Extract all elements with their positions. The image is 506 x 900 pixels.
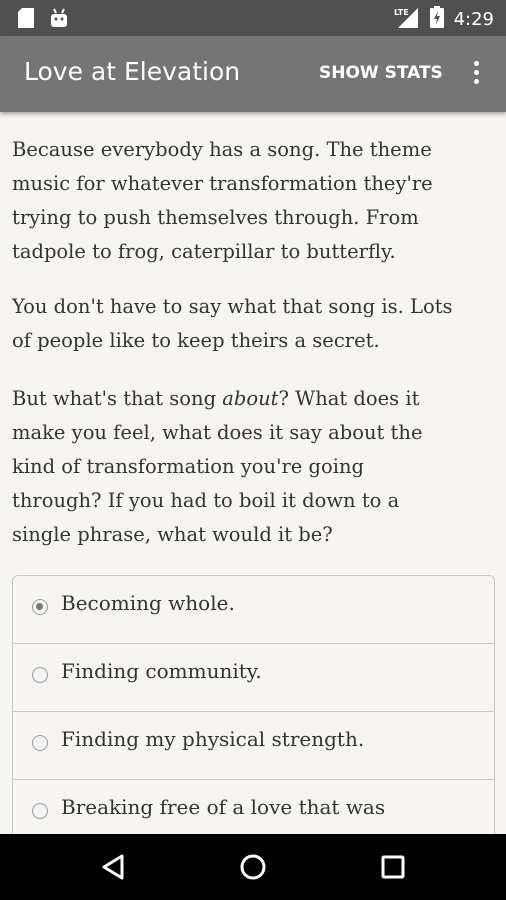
home-icon[interactable] [235, 849, 271, 885]
choice-option[interactable]: Finding community. [13, 644, 494, 712]
emphasis-text: about [222, 387, 279, 410]
show-stats-button[interactable]: SHOW STATS [319, 63, 443, 83]
radio-button-selected[interactable] [32, 599, 48, 615]
paragraph-2: You don't have to say what that song is.… [12, 290, 496, 358]
text-span: ? What does it [278, 387, 420, 410]
navigation-bar [0, 834, 506, 900]
recents-icon[interactable] [375, 849, 411, 885]
app-title: Love at Elevation [24, 57, 241, 86]
text-span: But what's that song [12, 387, 223, 410]
choice-option[interactable]: Breaking free of a love that was [13, 780, 494, 834]
choice-option[interactable]: Becoming whole. [13, 576, 494, 644]
paragraph-line: make you feel, what does it say about th… [12, 421, 423, 444]
paragraph-line: kind of transformation you're going [12, 455, 364, 478]
paragraph-line: You don't have to say what that song is.… [12, 295, 453, 318]
paragraph-line: Because everybody has a song. The theme [12, 138, 432, 161]
paragraph-line: of people like to keep theirs a secret. [12, 329, 380, 352]
paragraph-1: Because everybody has a song. The theme … [12, 133, 496, 269]
paragraph-line: through? If you had to boil it down to a [12, 489, 400, 512]
lte-signal-icon: LTE [394, 6, 420, 32]
app-bar: Love at Elevation SHOW STATS [0, 36, 506, 112]
status-time: 4:29 [453, 8, 494, 30]
back-icon[interactable] [95, 849, 131, 885]
radio-button[interactable] [32, 735, 48, 751]
svg-text:LTE: LTE [394, 8, 409, 17]
radio-button[interactable] [32, 667, 48, 683]
radio-button[interactable] [32, 803, 48, 819]
overflow-menu-icon[interactable] [466, 58, 486, 88]
paragraph-3: But what's that song about? What does it… [12, 382, 496, 552]
choice-label: Finding community. [61, 659, 262, 683]
paragraph-line: trying to push themselves through. From [12, 206, 419, 229]
story-content: Because everybody has a song. The theme … [0, 112, 506, 834]
choice-label: Finding my physical strength. [61, 727, 365, 751]
choice-label: Breaking free of a love that was [61, 795, 386, 819]
choice-list: Becoming whole. Finding community. Findi… [12, 575, 495, 834]
choice-option[interactable]: Finding my physical strength. [13, 712, 494, 780]
paragraph-line: single phrase, what would it be? [12, 523, 333, 546]
status-bar: LTE 4:29 [0, 0, 506, 36]
paragraph-line: tadpole to frog, caterpillar to butterfl… [12, 240, 396, 263]
android-icon [50, 8, 68, 32]
paragraph-line: But what's that song about? What does it [12, 382, 496, 416]
choice-label: Becoming whole. [61, 591, 235, 615]
paragraph-line: music for whatever transformation they'r… [12, 172, 433, 195]
battery-icon [429, 6, 444, 32]
sd-card-icon [18, 8, 34, 32]
